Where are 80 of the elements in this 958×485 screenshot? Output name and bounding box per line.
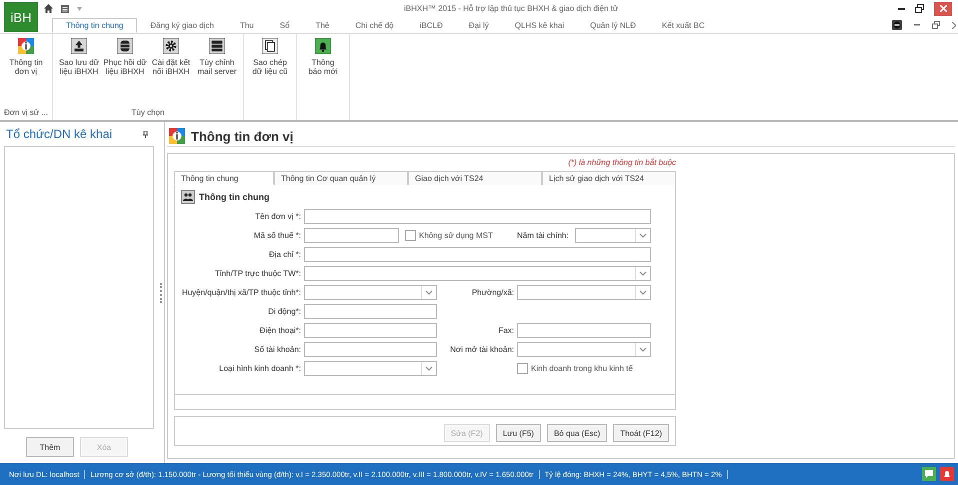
bell-icon xyxy=(315,38,331,54)
ribbon-button[interactable]: Phục hồi dữ liệu iBHXH xyxy=(103,38,147,96)
checkbox[interactable]: Không sử dụng MST xyxy=(405,230,493,241)
form-tab[interactable]: Lịch sử giao dịch với TS24 xyxy=(542,171,676,185)
field-label: Mã số thuế *: xyxy=(252,231,301,240)
ribbon-tab[interactable]: Chi chế độ xyxy=(342,18,407,32)
group-label: Tùy chọn xyxy=(132,108,164,117)
section-title: Thông tin chung xyxy=(199,192,270,202)
field-label: Địa chỉ *: xyxy=(268,250,301,259)
ribbon-tab[interactable]: Đăng ký giao dịch xyxy=(137,18,227,32)
document-icon[interactable] xyxy=(61,4,69,12)
ribbon-button[interactable]: Thông báo mới xyxy=(301,38,345,96)
group-label: Đơn vị sử ... xyxy=(4,108,48,117)
chat-icon[interactable] xyxy=(922,467,936,481)
ribbon-tab[interactable]: Thông tin chung xyxy=(52,18,138,32)
field-label: Phường/xã: xyxy=(470,288,514,297)
action-button[interactable]: Thoát (F12) xyxy=(613,424,669,442)
text-field[interactable] xyxy=(304,209,651,224)
field-label: Huyện/quận/thị xã/TP thuộc tỉnh*: xyxy=(181,288,301,297)
app-logo[interactable]: iBH xyxy=(4,2,38,32)
required-note: (*) là những thông tin bắt buộc xyxy=(568,158,676,167)
ribbon-tab[interactable]: Thẻ xyxy=(302,18,342,32)
upload-icon xyxy=(71,38,87,54)
stop-icon[interactable] xyxy=(892,20,902,30)
checkbox[interactable]: Kinh doanh trong khu kinh tế xyxy=(517,363,633,374)
ribbon-button[interactable]: Cài đặt kết nối iBHXH xyxy=(149,38,193,96)
copy-icon xyxy=(262,38,278,54)
dropdown-field[interactable] xyxy=(517,285,651,300)
database-icon xyxy=(117,38,133,54)
ribbon-tab[interactable]: Quản lý NLĐ xyxy=(577,18,649,32)
sidebar-title: Tổ chức/DN kê khai xyxy=(6,127,112,141)
panel-title: Thông tin đơn vị xyxy=(191,128,294,144)
server-icon xyxy=(209,38,225,54)
text-field[interactable] xyxy=(517,323,651,338)
ribbon-tab[interactable]: QLHS kê khai xyxy=(502,18,578,32)
info-icon xyxy=(18,38,34,54)
field-label: Di động*: xyxy=(267,307,301,316)
ribbon-button[interactable]: Sao chép dữ liệu cũ xyxy=(248,38,292,96)
form-tab[interactable]: Thông tin chung xyxy=(174,171,274,185)
form-tab[interactable]: Giao dịch với TS24 xyxy=(408,171,542,185)
pin-icon[interactable] xyxy=(143,130,148,138)
ribbon-button[interactable]: Tùy chỉnh mail server xyxy=(195,38,239,96)
sidebar-button[interactable]: Thêm xyxy=(26,437,74,457)
field-label: Điện thoại*: xyxy=(258,326,301,335)
field-label: Loại hình kinh doanh *: xyxy=(218,364,301,373)
minimize-icon[interactable] xyxy=(898,7,905,10)
ribbon-tab[interactable]: Kết xuất BC xyxy=(648,18,718,32)
action-button[interactable]: Lưu (F5) xyxy=(496,424,541,442)
ribbon-button[interactable]: Thông tin đơn vị xyxy=(4,38,48,96)
text-field[interactable] xyxy=(304,228,399,243)
ribbon-tab[interactable]: Đại lý xyxy=(456,18,502,32)
field-label: Fax: xyxy=(497,326,514,335)
home-icon[interactable] xyxy=(44,4,53,13)
text-field[interactable] xyxy=(304,342,437,357)
action-button[interactable]: Bỏ qua (Esc) xyxy=(546,424,608,442)
text-field[interactable] xyxy=(304,304,437,319)
ribbon-tab[interactable]: Sổ xyxy=(266,18,303,32)
dropdown-icon[interactable] xyxy=(77,6,82,10)
info-icon xyxy=(169,128,185,144)
ribbon-button[interactable]: Sao lưu dữ liệu iBHXH xyxy=(57,38,101,96)
ribbon-tab[interactable]: Thu xyxy=(226,18,267,32)
field-label: Tên đơn vị *: xyxy=(254,212,301,221)
dropdown-field[interactable] xyxy=(574,228,651,243)
dropdown-field[interactable] xyxy=(304,361,437,376)
ribbon-tab[interactable]: iBCLĐ xyxy=(406,18,456,32)
field-label: Số tài khoản: xyxy=(253,345,301,354)
text-field[interactable] xyxy=(304,323,437,338)
people-icon xyxy=(181,190,195,204)
field-label: Nơi mở tài khoản: xyxy=(449,345,514,354)
gear-icon xyxy=(163,38,179,54)
field-label: Năm tài chính: xyxy=(517,231,569,240)
bell-icon[interactable] xyxy=(940,467,954,481)
window-title: iBHXH™ 2015 - Hỗ trợ lập thủ tục BHXH & giao dịch điện tử xyxy=(404,4,620,13)
dropdown-field[interactable] xyxy=(304,266,651,281)
field-label: Tỉnh/TP trực thuộc TW*: xyxy=(214,269,301,278)
form-tab[interactable]: Thông tin Cơ quan quản lý xyxy=(274,171,408,185)
text-field[interactable] xyxy=(304,247,651,262)
dropdown-field[interactable] xyxy=(304,285,437,300)
dropdown-field[interactable] xyxy=(517,342,651,357)
close-button[interactable] xyxy=(934,2,952,16)
